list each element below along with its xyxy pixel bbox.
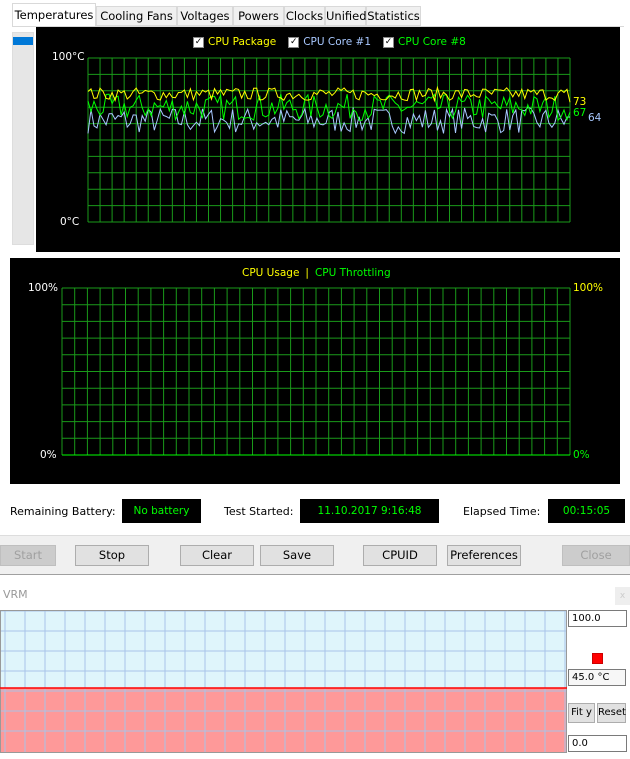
start-button[interactable]: Start xyxy=(0,545,56,566)
elapsed-time-value: 00:15:05 xyxy=(548,499,625,523)
tab-clocks[interactable]: Clocks xyxy=(284,6,325,26)
tab-unified[interactable]: Unified xyxy=(325,6,367,26)
usage-chart: CPU Usage | CPU Throttling 100% 0% 100% … xyxy=(10,258,620,484)
temperature-plot xyxy=(87,57,571,223)
threshold-color-swatch[interactable] xyxy=(592,653,603,664)
close-button[interactable]: Close xyxy=(562,545,630,566)
battery-value: No battery xyxy=(122,499,201,523)
preferences-button[interactable]: Preferences xyxy=(447,545,521,566)
sensor-list-scrollbar[interactable] xyxy=(12,32,34,245)
temperature-chart: ✓ CPU Package ✓ CPU Core #1 ✓ CPU Core #8 1… xyxy=(36,27,620,252)
vrm-max-input[interactable]: 100.0 xyxy=(568,610,627,627)
tab-statistics[interactable]: Statistics xyxy=(366,6,421,26)
cpu-core8-current: 67 xyxy=(573,107,587,119)
tab-powers[interactable]: Powers xyxy=(233,6,284,26)
tab-temperatures[interactable]: Temperatures xyxy=(12,3,96,27)
battery-label: Remaining Battery: xyxy=(10,505,116,518)
vrm-close-icon[interactable]: x xyxy=(615,587,630,605)
test-started-label: Test Started: xyxy=(224,505,294,518)
vrm-threshold-input[interactable]: 45.0 °C xyxy=(568,669,626,686)
fit-y-button[interactable]: Fit y xyxy=(568,703,595,723)
stop-button[interactable]: Stop xyxy=(75,545,149,566)
save-button[interactable]: Save xyxy=(260,545,334,566)
cpuid-button[interactable]: CPUID xyxy=(363,545,437,566)
tab-voltages[interactable]: Voltages xyxy=(177,6,233,26)
selected-sensor-indicator xyxy=(13,37,33,45)
vrm-title: VRM xyxy=(3,588,28,601)
clear-button[interactable]: Clear xyxy=(180,545,254,566)
vrm-graph xyxy=(0,610,567,753)
tab-cooling-fans[interactable]: Cooling Fans xyxy=(96,6,177,26)
cpu-core1-current: 64 xyxy=(588,112,602,124)
elapsed-time-label: Elapsed Time: xyxy=(463,505,541,518)
vrm-min-input[interactable]: 0.0 xyxy=(568,735,627,752)
usage-plot xyxy=(61,287,571,456)
test-started-value: 11.10.2017 9:16:48 xyxy=(300,499,439,523)
reset-button[interactable]: Reset xyxy=(597,703,626,723)
